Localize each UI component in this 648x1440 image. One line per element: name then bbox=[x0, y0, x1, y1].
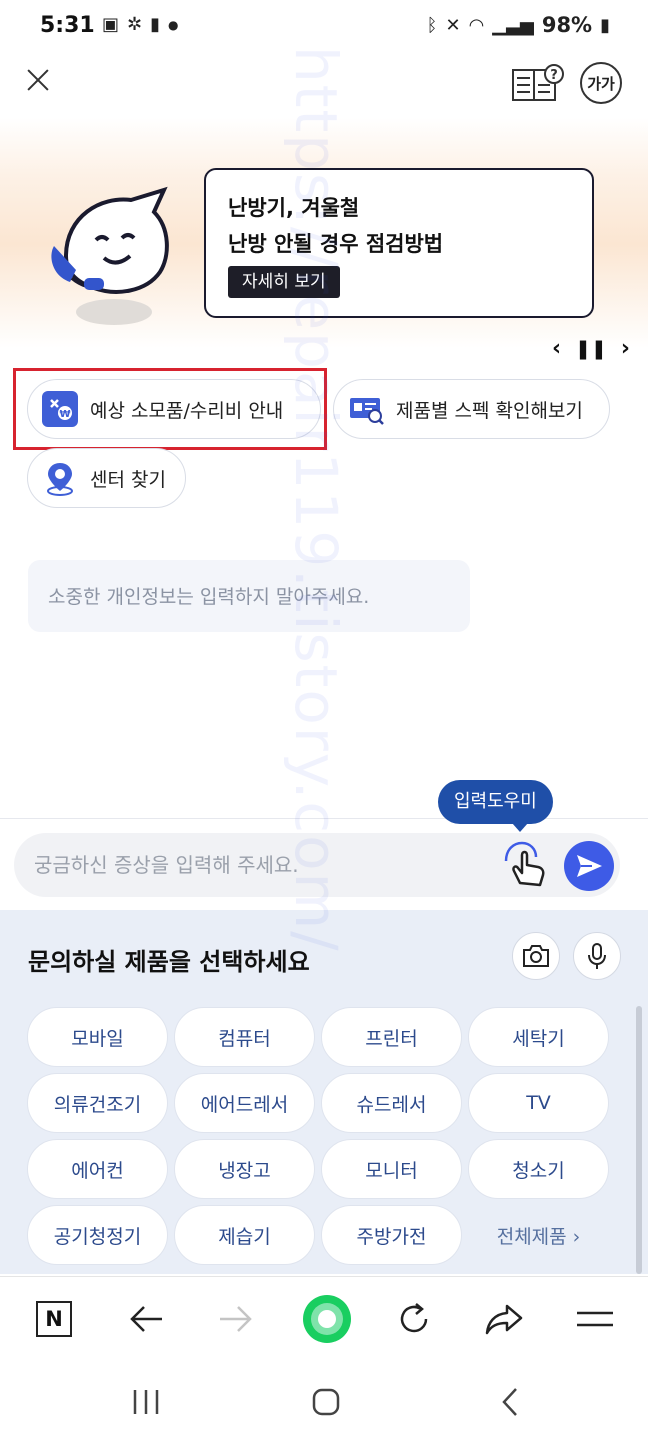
refresh-button[interactable] bbox=[392, 1297, 436, 1341]
dot-icon: ● bbox=[168, 17, 179, 32]
recent-apps-icon bbox=[133, 1390, 159, 1414]
banner-title: 난방기, 겨울철 난방 안될 경우 점검방법 bbox=[228, 190, 443, 262]
chat-input-area bbox=[0, 818, 648, 910]
system-nav-bar bbox=[0, 1360, 648, 1440]
wifi-icon: ◠ bbox=[468, 14, 485, 36]
arrow-left-icon bbox=[130, 1306, 162, 1332]
banner-title-line1: 난방기, 겨울철 bbox=[228, 196, 360, 220]
status-right-icons: ᛒ ✕ ◠ ▁▃▅ 98% ▮ bbox=[427, 13, 610, 37]
status-left-icons: ▣ ✲ ▮ ● bbox=[102, 14, 179, 35]
mic-button[interactable] bbox=[573, 932, 621, 980]
location-pin-icon bbox=[42, 460, 78, 496]
guide-book-icon: ? bbox=[512, 64, 564, 101]
quick-menu-find-center[interactable]: 센터 찾기 bbox=[27, 448, 186, 508]
green-dot-button[interactable] bbox=[302, 1291, 352, 1347]
product-button[interactable]: 주방가전 bbox=[321, 1205, 462, 1265]
arrow-right-icon bbox=[220, 1306, 252, 1332]
product-button[interactable]: 세탁기 bbox=[468, 1007, 609, 1067]
product-panel-title: 문의하실 제품을 선택하세요 bbox=[28, 948, 310, 976]
panel-scrollbar[interactable] bbox=[636, 1006, 642, 1274]
close-button[interactable] bbox=[22, 64, 54, 96]
naver-home-button[interactable]: N bbox=[32, 1297, 76, 1341]
home-icon bbox=[312, 1388, 340, 1416]
privacy-notice: 소중한 개인정보는 입력하지 말아주세요. bbox=[28, 560, 470, 632]
recent-apps-button[interactable] bbox=[126, 1382, 166, 1422]
mascot-icon bbox=[46, 186, 176, 330]
highlight-box bbox=[13, 368, 327, 450]
product-button[interactable]: 공기청정기 bbox=[27, 1205, 168, 1265]
quick-menu-label: 제품별 스펙 확인해보기 bbox=[396, 399, 583, 422]
forward-button[interactable] bbox=[214, 1297, 258, 1341]
carousel-pause-icon[interactable]: ❚❚ bbox=[575, 338, 607, 360]
banner-speech-bubble[interactable]: 난방기, 겨울철 난방 안될 경우 점검방법 자세히 보기 bbox=[204, 168, 594, 318]
menu-icon bbox=[577, 1311, 613, 1327]
menu-button[interactable] bbox=[573, 1297, 617, 1341]
font-size-button[interactable]: 가가 bbox=[580, 62, 622, 104]
network-icon: ✲ bbox=[127, 14, 143, 35]
browser-toolbar: N bbox=[0, 1276, 648, 1360]
signal-icon: ▁▃▅ bbox=[492, 14, 534, 36]
send-icon bbox=[577, 855, 602, 877]
send-button[interactable] bbox=[564, 841, 614, 891]
battery-level: 98% bbox=[541, 13, 593, 37]
touch-helper-icon[interactable] bbox=[502, 839, 548, 889]
quick-menu-spec-check[interactable]: 제품별 스펙 확인해보기 bbox=[333, 379, 610, 439]
bluetooth-icon: ᛒ bbox=[426, 14, 438, 36]
banner-title-line2: 난방 안될 경우 점검방법 bbox=[228, 232, 444, 256]
svg-text:?: ? bbox=[550, 68, 558, 83]
product-button[interactable]: 컴퓨터 bbox=[174, 1007, 315, 1067]
status-bar: 5:31 ▣ ✲ ▮ ● ᛒ ✕ ◠ ▁▃▅ 98% ▮ bbox=[0, 0, 648, 54]
refresh-icon bbox=[400, 1303, 428, 1333]
product-button[interactable]: 프린터 bbox=[321, 1007, 462, 1067]
mute-icon: ✕ bbox=[445, 14, 461, 36]
guide-book-button[interactable]: ? bbox=[510, 62, 564, 104]
product-button[interactable]: 에어드레서 bbox=[174, 1073, 315, 1133]
naver-home-icon: N bbox=[36, 1301, 72, 1337]
chevron-left-icon bbox=[502, 1388, 517, 1416]
home-button[interactable] bbox=[306, 1382, 346, 1422]
camera-icon bbox=[523, 945, 549, 967]
carousel-next-icon[interactable]: › bbox=[621, 336, 630, 361]
back-button[interactable] bbox=[124, 1297, 168, 1341]
spec-search-icon bbox=[348, 391, 384, 427]
share-button[interactable] bbox=[482, 1297, 526, 1341]
product-panel: 문의하실 제품을 선택하세요 모바일 컴퓨터 프린터 세탁기 의류건조기 에어드… bbox=[0, 910, 648, 1274]
banner-detail-button[interactable]: 자세히 보기 bbox=[228, 266, 340, 298]
carousel-prev-icon[interactable]: ‹ bbox=[552, 336, 561, 361]
product-button[interactable]: 슈드레서 bbox=[321, 1073, 462, 1133]
product-button[interactable]: 모바일 bbox=[27, 1007, 168, 1067]
green-dot-icon bbox=[303, 1295, 351, 1343]
product-button[interactable]: 청소기 bbox=[468, 1139, 609, 1199]
all-products-link[interactable]: 전체제품 › bbox=[468, 1205, 609, 1265]
product-button[interactable]: 냉장고 bbox=[174, 1139, 315, 1199]
phone-icon: ▮ bbox=[150, 14, 161, 35]
product-button[interactable]: 제습기 bbox=[174, 1205, 315, 1265]
input-helper-tooltip[interactable]: 입력도우미 bbox=[438, 780, 553, 832]
product-button[interactable]: TV bbox=[468, 1073, 609, 1133]
quick-menu-label: 센터 찾기 bbox=[90, 468, 166, 491]
product-button[interactable]: 모니터 bbox=[321, 1139, 462, 1199]
microphone-icon bbox=[588, 943, 606, 969]
product-button[interactable]: 에어컨 bbox=[27, 1139, 168, 1199]
carousel-controls: ‹ ❚❚ › bbox=[552, 336, 630, 361]
share-icon bbox=[485, 1304, 523, 1335]
product-button[interactable]: 의류건조기 bbox=[27, 1073, 168, 1133]
status-time: 5:31 bbox=[40, 13, 95, 38]
battery-icon: ▮ bbox=[600, 14, 610, 36]
gallery-icon: ▣ bbox=[102, 14, 120, 35]
camera-button[interactable] bbox=[512, 932, 560, 980]
system-back-button[interactable] bbox=[490, 1382, 530, 1422]
